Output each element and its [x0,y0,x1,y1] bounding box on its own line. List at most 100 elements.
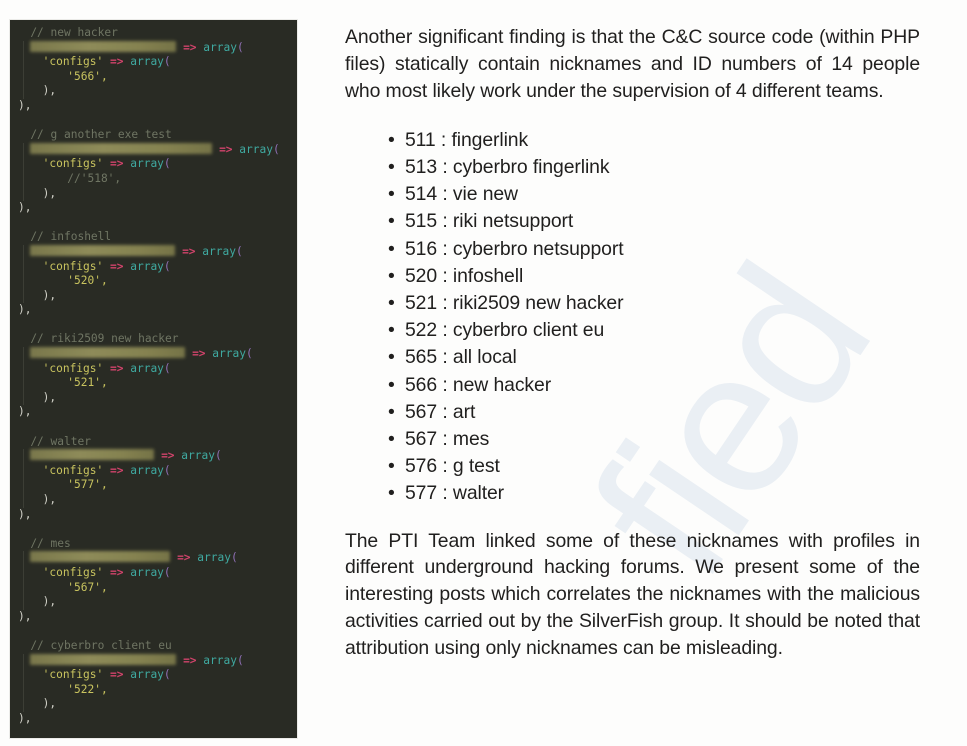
code-array-keyword: array [203,40,237,54]
nickname-id-list: • 511 : fingerlink • 513 : cyberbro fingerl… [345,127,920,508]
code-redacted-key-line: => array( [18,40,297,56]
code-open-paren: ( [163,55,171,69]
code-array-keyword: array [239,142,273,156]
redaction-bar [30,449,155,461]
nickname-entry-label: 567 : art [405,400,476,423]
bullet-icon: • [388,427,395,450]
code-config-id-value: '567', [67,580,108,594]
code-close-inner-line: ), [18,289,297,304]
code-close-inner-line: ), [18,697,297,712]
code-close-inner-line: ), [18,84,297,99]
indent-guide [23,244,24,304]
code-close-outer-line: ), [18,610,297,625]
code-block: // cyberbro client eu => array( 'configs'… [10,639,297,738]
bullet-icon: • [388,373,395,396]
code-open-paren: ( [163,668,171,682]
redaction-bar [30,40,177,52]
list-item: • 515 : riki netsupport [388,208,920,235]
indent-guide [23,142,24,202]
report-text-column: Another significant finding is that the … [345,24,920,662]
code-open-paren: ( [245,347,253,361]
code-arrow-operator: => [183,40,197,54]
code-close-outer-line: ), [18,201,297,216]
code-configs-key: 'configs' [42,668,104,682]
list-item: • 567 : mes [388,426,920,453]
code-arrow-operator: => [177,551,191,565]
code-close-inner: ), [42,697,57,711]
code-close-inner: ), [42,288,57,302]
bullet-icon: • [388,482,395,505]
list-item: • 566 : new hacker [388,372,920,399]
code-arrow-operator: => [110,565,124,579]
php-source-code-panel: // new hacker => array('configs' => arra… [10,20,297,738]
code-configs-key: 'configs' [42,565,104,579]
code-arrow-operator: => [110,157,124,171]
code-comment-text: // riki2509 new hacker [30,332,179,346]
code-open-paren: ( [235,244,243,258]
code-block: // mes => array('configs' => array('567'… [10,537,297,639]
document-page: // new hacker => array('configs' => arra… [0,0,967,746]
code-redacted-key-line: => array( [18,142,297,158]
indent-guide [23,449,24,508]
code-comment-line: // infoshell [18,230,297,245]
bullet-icon: • [388,455,395,478]
nickname-entry-label: 577 : walter [405,482,505,505]
code-open-paren: ( [163,361,171,375]
code-array-keyword: array [202,244,236,258]
code-array-keyword: array [130,55,164,69]
nickname-entry-label: 522 : cyberbro client eu [405,319,605,342]
code-config-id-value: '566', [67,69,108,83]
code-config-id-value: '520', [67,274,108,288]
nickname-entry-label: 566 : new hacker [405,373,552,396]
nickname-entry-label: 576 : g test [405,455,500,478]
nickname-entry-label: 511 : fingerlink [405,128,529,151]
code-arrow-operator: => [161,449,175,463]
list-item: • 522 : cyberbro client eu [388,317,920,344]
code-open-paren: ( [163,157,171,171]
code-redacted-key-line: => array( [18,449,297,464]
nickname-entry-label: 516 : cyberbro netsupport [405,237,624,260]
code-configs-line: 'configs' => array( [18,260,297,275]
list-item: • 516 : cyberbro netsupport [388,236,920,263]
code-configs-line: 'configs' => array( [18,566,297,581]
list-item: • 567 : art [388,399,920,426]
code-open-paren: ( [214,449,222,463]
nickname-entry-label: 514 : vie new [405,183,518,206]
nickname-entry-label: 521 : riki2509 new hacker [405,291,624,314]
bullet-icon: • [388,346,395,369]
code-array-keyword: array [130,361,164,375]
code-array-keyword: array [130,668,164,682]
code-comment-line: // cyberbro client eu [18,639,297,654]
code-close-outer: ), [18,303,32,317]
code-close-inner-line: ), [18,595,297,610]
code-close-inner: ), [42,595,57,609]
code-comment-line: // walter [18,435,297,450]
code-comment-line: // new hacker [18,26,297,41]
intro-paragraph: Another significant finding is that the … [345,26,920,102]
code-close-outer-line: ), [18,303,297,318]
code-configs-key: 'configs' [42,55,104,69]
code-value-line: '520', [18,274,297,289]
indent-guide [23,551,24,610]
code-redacted-key-line: => array( [18,244,297,260]
code-value-line: '521', [18,376,297,391]
list-item: • 520 : infoshell [388,263,920,290]
code-close-inner: ), [42,186,57,200]
bullet-icon: • [388,319,395,342]
bullet-icon: • [388,237,395,260]
redaction-bar [30,142,213,154]
code-block: // walter => array('configs' => array('5… [10,435,297,537]
code-arrow-operator: => [219,142,233,156]
nickname-entry-label: 513 : cyberbro fingerlink [405,155,610,178]
code-value-line: //'518', [18,172,297,187]
indent-guide [23,653,24,712]
code-arrow-operator: => [183,653,197,667]
code-close-inner-line: ), [18,187,297,202]
code-close-inner-line: ), [18,391,297,406]
code-comment-text: // new hacker [30,26,118,39]
code-array-keyword: array [130,157,164,171]
code-arrow-operator: => [192,347,206,361]
